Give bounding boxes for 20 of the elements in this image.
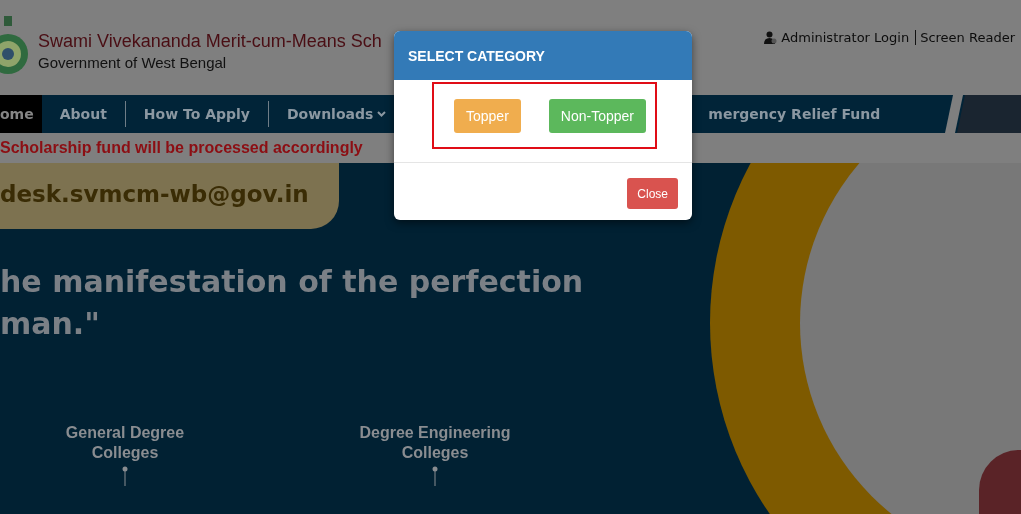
close-button[interactable]: Close — [627, 178, 678, 209]
header-link[interactable]: Administrator Login — [781, 30, 910, 45]
nav-item[interactable]: About — [41, 101, 126, 127]
connector-icon — [122, 466, 128, 486]
site-subtitle: Government of West Bengal — [38, 54, 228, 71]
caret-icon — [377, 111, 387, 117]
nav-item[interactable]: How To Apply — [125, 101, 269, 127]
quote-text: he manifestation of the perfection — [0, 263, 585, 301]
user-icon[interactable] — [764, 31, 778, 44]
nav-item[interactable]: mergency Relief Fund — [708, 101, 899, 127]
dialog-title: SELECT CATEGORY — [394, 31, 692, 80]
quote-text: man." — [0, 305, 101, 343]
college-label: General Degree Colleges — [65, 423, 185, 463]
college-label: Degree Engineering Colleges — [359, 423, 511, 463]
news-ticker: Scholarship fund will be processed accordingly — [0, 138, 364, 158]
site-title: Swami Vivekananda Merit-cum-Means Sch — [38, 31, 382, 52]
email-banner: desk.svmcm-wb@gov.in — [0, 163, 339, 229]
header-link[interactable]: Screen Reader — [915, 30, 1015, 45]
connector-icon — [432, 466, 438, 486]
nav-item[interactable]: ome — [0, 95, 42, 133]
